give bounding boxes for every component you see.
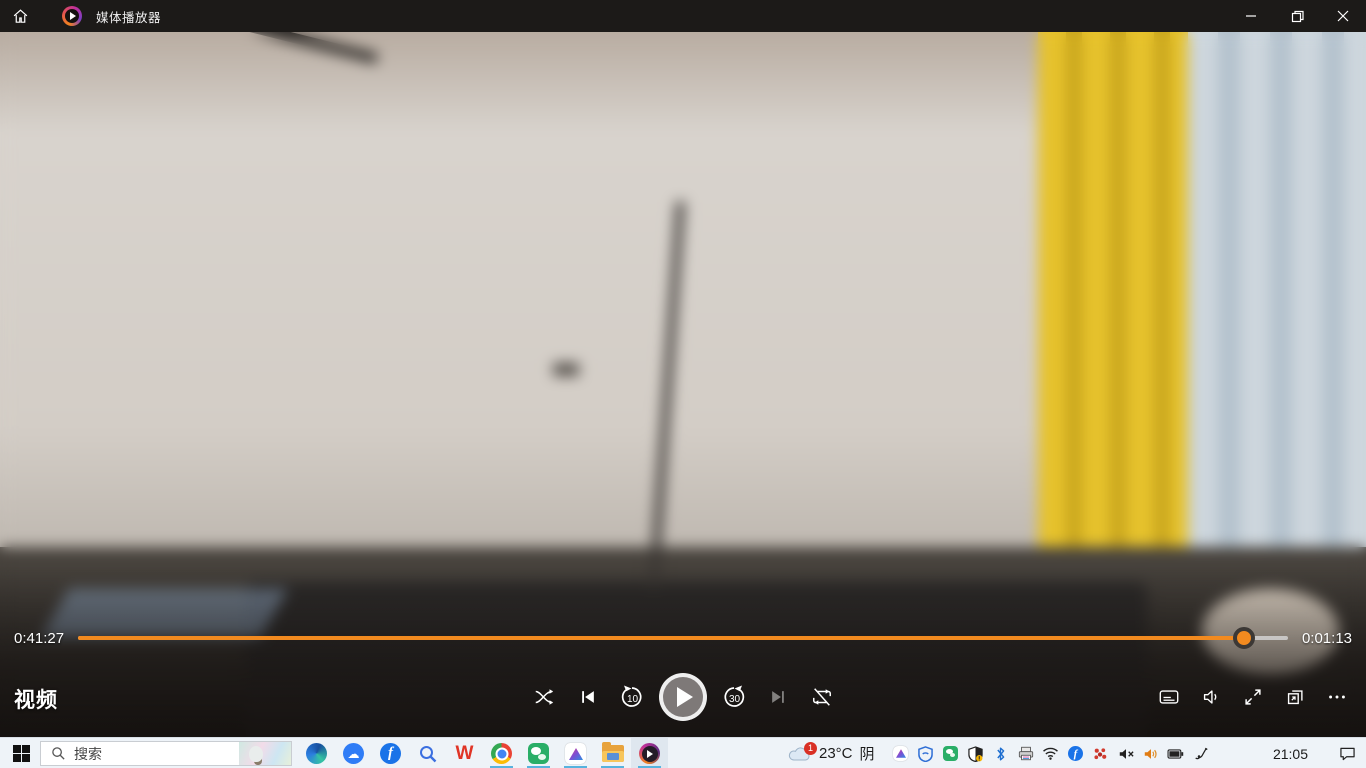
- seek-thumb[interactable]: [1233, 627, 1255, 649]
- home-icon: [12, 8, 29, 25]
- tray-blue-f-icon[interactable]: f: [1067, 745, 1084, 762]
- skip-back-10-icon: 10: [619, 684, 645, 710]
- minimize-icon: [1245, 10, 1257, 22]
- edge-icon: [306, 743, 327, 764]
- current-time: 0:41:27: [14, 630, 64, 647]
- volume-button[interactable]: [1194, 680, 1228, 714]
- subtitles-icon: [1158, 686, 1180, 708]
- tray-red-cluster-icon[interactable]: [1092, 745, 1109, 762]
- previous-icon: [578, 687, 598, 707]
- secondary-controls: [1152, 680, 1354, 714]
- more-options-button[interactable]: [1320, 680, 1354, 714]
- tray-speaker-orange-icon[interactable]: [1142, 745, 1159, 762]
- taskbar-app-blue-f[interactable]: f: [372, 738, 409, 768]
- wechat-icon: [528, 743, 549, 764]
- notification-center-button[interactable]: [1339, 738, 1356, 768]
- taskbar-app-chrome[interactable]: [483, 738, 520, 768]
- taskbar-weather[interactable]: 1 23°C 阴: [788, 738, 875, 768]
- skip-forward-30-button[interactable]: 30: [717, 680, 751, 714]
- taskbar-app-file-explorer[interactable]: [594, 738, 631, 768]
- start-button[interactable]: [6, 738, 36, 768]
- video-area[interactable]: 0:41:27 0:01:13 视频: [0, 32, 1366, 737]
- taskbar: 搜索 ☁ f W: [0, 737, 1366, 768]
- window-controls: [1228, 0, 1366, 32]
- weather-temperature: 23°C: [819, 745, 853, 762]
- tray-wifi-icon[interactable]: [1042, 745, 1059, 762]
- app-title: 媒体播放器: [96, 7, 161, 26]
- tray-defender-warning-icon[interactable]: [967, 745, 984, 762]
- weather-condition: 阴: [860, 743, 875, 764]
- pinned-apps: ☁ f W: [298, 738, 668, 768]
- volume-icon: [1200, 686, 1222, 708]
- chrome-icon: [491, 743, 512, 764]
- titlebar: 媒体播放器: [0, 0, 1366, 32]
- transport-controls: 10 30: [527, 673, 839, 721]
- taskbar-app-media-player[interactable]: [631, 738, 668, 768]
- more-options-icon: [1326, 686, 1348, 708]
- skip-back-10-button[interactable]: 10: [615, 680, 649, 714]
- weather-alert-badge: 1: [804, 742, 817, 755]
- remaining-time: 0:01:13: [1302, 630, 1352, 647]
- wps-icon: W: [454, 743, 476, 765]
- svg-text:30: 30: [729, 694, 741, 705]
- seek-bar[interactable]: [78, 636, 1288, 640]
- next-icon: [768, 687, 788, 707]
- media-player-taskbar-icon: [639, 743, 660, 764]
- home-button[interactable]: [0, 0, 40, 32]
- search-tool-icon: [418, 744, 438, 764]
- taskbar-clock[interactable]: 21:05: [1273, 738, 1308, 768]
- taskbar-app-search-tool[interactable]: [409, 738, 446, 768]
- tray-bluetooth-icon[interactable]: [992, 745, 1009, 762]
- skip-forward-30-icon: 30: [721, 684, 747, 710]
- subtitles-button[interactable]: [1152, 680, 1186, 714]
- tray-printer-icon[interactable]: [1017, 745, 1034, 762]
- taskbar-app-wps[interactable]: W: [446, 738, 483, 768]
- titlebar-left: 媒体播放器: [0, 0, 161, 32]
- notification-icon: [1339, 746, 1356, 761]
- screen: 媒体播放器: [0, 0, 1366, 768]
- repeat-off-button[interactable]: [805, 680, 839, 714]
- video-title: 视频: [14, 684, 58, 714]
- shuffle-icon: [533, 686, 555, 708]
- svg-text:10: 10: [627, 694, 639, 705]
- taskbar-app-wechat[interactable]: [520, 738, 557, 768]
- play-icon: [677, 687, 693, 707]
- close-icon: [1337, 10, 1349, 22]
- search-placeholder: 搜索: [74, 744, 239, 764]
- search-daily-illustration: [239, 741, 291, 766]
- mini-player-button[interactable]: [1278, 680, 1312, 714]
- repeat-off-icon: [811, 686, 833, 708]
- restore-button[interactable]: [1274, 0, 1320, 32]
- system-tray: f: [892, 738, 1209, 768]
- tray-battery-icon[interactable]: [1167, 745, 1184, 762]
- media-player-logo-icon: [62, 6, 82, 26]
- weather-cloud-icon: 1: [788, 744, 812, 764]
- taskbar-app-edge[interactable]: [298, 738, 335, 768]
- restore-icon: [1291, 10, 1304, 23]
- next-button[interactable]: [761, 680, 795, 714]
- close-button[interactable]: [1320, 0, 1366, 32]
- shuffle-button[interactable]: [527, 680, 561, 714]
- tray-wechat-icon[interactable]: [942, 745, 959, 762]
- previous-button[interactable]: [571, 680, 605, 714]
- tray-triangle-app-icon[interactable]: [892, 745, 909, 762]
- minimize-button[interactable]: [1228, 0, 1274, 32]
- search-icon: [51, 746, 66, 761]
- taskbar-app-cloud-drive[interactable]: ☁: [335, 738, 372, 768]
- triangle-app-icon: [565, 743, 586, 764]
- windows-logo-icon: [13, 745, 30, 762]
- fullscreen-icon: [1242, 686, 1264, 708]
- file-explorer-icon: [602, 745, 624, 762]
- blue-f-icon: f: [380, 743, 401, 764]
- taskbar-app-triangle[interactable]: [557, 738, 594, 768]
- tray-shield-blue-icon[interactable]: [917, 745, 934, 762]
- seek-bar-fill: [78, 636, 1244, 640]
- play-button[interactable]: [659, 673, 707, 721]
- tray-mute-icon[interactable]: [1117, 745, 1134, 762]
- tray-pen-icon[interactable]: [1192, 745, 1209, 762]
- fullscreen-button[interactable]: [1236, 680, 1270, 714]
- cloud-drive-icon: ☁: [343, 743, 364, 764]
- mini-player-icon: [1284, 686, 1306, 708]
- taskbar-search[interactable]: 搜索: [40, 741, 292, 766]
